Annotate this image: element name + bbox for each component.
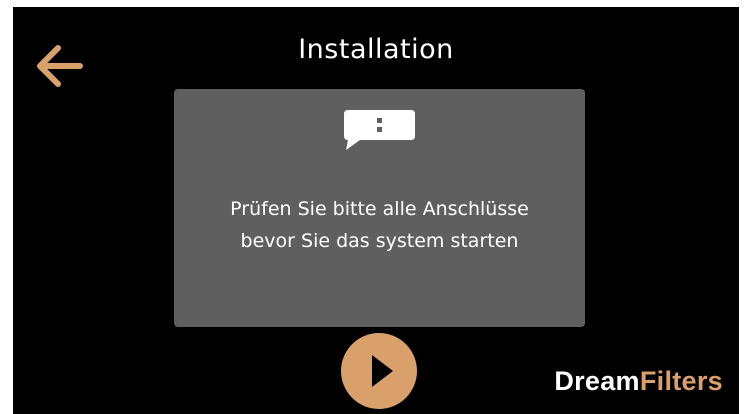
info-dialog: Prüfen Sie bitte alle Anschlüsse bevor S… <box>174 89 585 327</box>
chat-alert-icon <box>344 110 415 150</box>
play-icon <box>372 355 393 387</box>
logo-text-dream: Dream <box>554 366 640 396</box>
logo-text-filters: Filters <box>639 366 723 396</box>
brand-logo: DreamFilters <box>554 366 723 397</box>
play-button[interactable] <box>341 333 417 409</box>
device-screen: Installation Prüfen Sie bitte alle Ansch… <box>13 7 739 414</box>
dialog-message-line-1: Prüfen Sie bitte alle Anschlüsse <box>230 198 529 220</box>
page-title: Installation <box>298 34 454 65</box>
dialog-message-line-2: bevor Sie das system starten <box>240 230 519 252</box>
dialog-message: Prüfen Sie bitte alle Anschlüsse bevor S… <box>174 193 585 257</box>
